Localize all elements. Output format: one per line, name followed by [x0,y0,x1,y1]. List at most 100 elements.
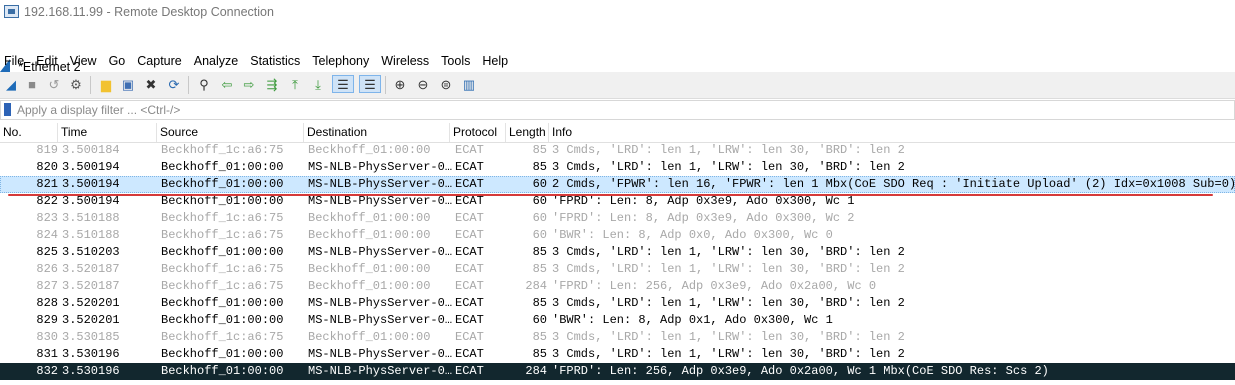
packet-source: Beckhoff_01:00:00 [161,296,284,310]
packet-protocol: ECAT [455,313,484,327]
column-header-source[interactable]: Source [157,123,304,142]
packet-protocol: ECAT [455,160,484,174]
packet-protocol: ECAT [455,143,484,157]
resize-columns-icon[interactable]: ▥ [460,75,478,93]
packet-number: 829 [36,313,58,327]
packet-number: 827 [36,279,58,293]
capture-options-icon[interactable]: ⚙ [67,75,85,93]
close-file-icon[interactable]: ✖ [142,75,160,93]
menu-telephony[interactable]: Telephony [306,52,375,70]
packet-length: 85 [532,245,547,259]
packet-length: 60 [532,177,547,191]
packet-source: Beckhoff_1c:a6:75 [161,279,284,293]
stop-capture-icon[interactable]: ■ [23,75,41,93]
packet-row[interactable]: 831 3.530196 Beckhoff_01:00:00 MS-NLB-Ph… [0,346,1235,363]
packet-source: Beckhoff_1c:a6:75 [161,330,284,344]
reload-file-icon[interactable]: ⟳ [165,75,183,93]
menu-analyze[interactable]: Analyze [188,52,244,70]
packet-source: Beckhoff_1c:a6:75 [161,143,284,157]
column-header-time[interactable]: Time [58,123,157,142]
restart-capture-icon[interactable]: ↺ [45,75,63,93]
go-to-packet-icon[interactable]: ⇶ [263,75,281,93]
zoom-in-icon[interactable]: ⊕ [391,75,409,93]
filter-bookmark-icon[interactable] [4,103,11,116]
first-packet-icon[interactable]: ⤒ [286,75,304,93]
packet-protocol: ECAT [455,177,484,191]
packet-time: 3.500194 [62,177,120,191]
packet-row[interactable]: 823 3.510188 Beckhoff_1c:a6:75 Beckhoff_… [0,210,1235,227]
packet-source: Beckhoff_1c:a6:75 [161,228,284,242]
packet-destination: MS-NLB-PhysServer-0… [308,160,452,174]
packet-time: 3.520201 [62,313,120,327]
packet-row[interactable]: 827 3.520187 Beckhoff_1c:a6:75 Beckhoff_… [0,278,1235,295]
packet-length: 60 [532,313,547,327]
packet-protocol: ECAT [455,211,484,225]
normal-size-icon[interactable]: ⊜ [437,75,455,93]
packet-info: 3 Cmds, 'LRD': len 1, 'LRW': len 30, 'BR… [552,245,905,259]
column-header-no[interactable]: No. [0,123,58,142]
go-forward-icon[interactable]: ⇨ [240,75,258,93]
packet-destination: Beckhoff_01:00:00 [308,330,431,344]
open-file-icon[interactable]: ▆ [97,75,115,93]
packet-row[interactable]: 819 3.500184 Beckhoff_1c:a6:75 Beckhoff_… [0,142,1235,159]
menu-statistics[interactable]: Statistics [244,52,306,70]
packet-source: Beckhoff_01:00:00 [161,177,284,191]
packet-destination: MS-NLB-PhysServer-0… [308,296,452,310]
column-header-destination[interactable]: Destination [304,123,450,142]
packet-row[interactable]: 820 3.500194 Beckhoff_01:00:00 MS-NLB-Ph… [0,159,1235,176]
packet-info: 'FPRD': Len: 8, Adp 0x3e9, Ado 0x300, Wc… [552,211,855,225]
menu-help[interactable]: Help [476,52,514,70]
packet-time: 3.520201 [62,296,120,310]
packet-row[interactable]: 829 3.520201 Beckhoff_01:00:00 MS-NLB-Ph… [0,312,1235,329]
packet-protocol: ECAT [455,347,484,361]
toolbar-separator [385,76,386,94]
packet-row[interactable]: 826 3.520187 Beckhoff_1c:a6:75 Beckhoff_… [0,261,1235,278]
save-file-icon[interactable]: ▣ [119,75,137,93]
packet-info: 'BWR': Len: 8, Adp 0x0, Ado 0x300, Wc 0 [552,228,833,242]
colorize-icon[interactable]: ☰ [359,75,381,93]
app-title-bar: *Ethernet 2 [0,28,1235,74]
packet-row[interactable]: 828 3.520201 Beckhoff_01:00:00 MS-NLB-Ph… [0,295,1235,312]
packet-time: 3.510203 [62,245,120,259]
packet-row[interactable]: 821 3.500194 Beckhoff_01:00:00 MS-NLB-Ph… [0,176,1235,193]
last-packet-icon[interactable]: ⤓ [309,75,327,93]
packet-row[interactable]: 824 3.510188 Beckhoff_1c:a6:75 Beckhoff_… [0,227,1235,244]
menu-wireless[interactable]: Wireless [375,52,435,70]
display-filter-input[interactable] [17,102,1217,118]
go-back-icon[interactable]: ⇦ [218,75,236,93]
packet-length: 85 [532,160,547,174]
packet-time: 3.510188 [62,211,120,225]
packet-length: 284 [525,279,547,293]
autoscroll-icon[interactable]: ☰ [332,75,354,93]
packet-number: 825 [36,245,58,259]
display-filter-bar [0,100,1235,120]
packet-info: 'FPRD': Len: 256, Adp 0x3e9, Ado 0x2a00,… [552,279,877,293]
column-header-info[interactable]: Info [549,123,1235,142]
packet-time: 3.530185 [62,330,120,344]
packet-protocol: ECAT [455,262,484,276]
menu-view[interactable]: View [64,52,103,70]
packet-protocol: ECAT [455,296,484,310]
main-toolbar: ◢ ■ ↺ ⚙ ▆ ▣ ✖ ⟳ ⚲ ⇦ ⇨ ⇶ ⤒ ⤓ ☰ ☰ ⊕ ⊖ ⊜ ▥ [0,72,1235,99]
start-capture-icon[interactable]: ◢ [2,75,20,93]
packet-length: 60 [532,211,547,225]
packet-info: 3 Cmds, 'LRD': len 1, 'LRW': len 30, 'BR… [552,347,905,361]
menu-edit[interactable]: Edit [30,52,64,70]
rdp-window-title: 192.168.11.99 - Remote Desktop Connectio… [24,5,274,19]
packet-row[interactable]: 830 3.530185 Beckhoff_1c:a6:75 Beckhoff_… [0,329,1235,346]
packet-number: 830 [36,330,58,344]
packet-row[interactable]: 825 3.510203 Beckhoff_01:00:00 MS-NLB-Ph… [0,244,1235,261]
packet-source: Beckhoff_01:00:00 [161,160,284,174]
zoom-out-icon[interactable]: ⊖ [414,75,432,93]
remote-desktop-icon [4,5,19,18]
column-header-protocol[interactable]: Protocol [450,123,506,142]
menu-capture[interactable]: Capture [131,52,187,70]
find-packet-icon[interactable]: ⚲ [195,75,213,93]
menu-file[interactable]: File [0,52,30,70]
packet-row[interactable]: 832 3.530196 Beckhoff_01:00:00 MS-NLB-Ph… [0,363,1235,380]
packet-time: 3.500184 [62,143,120,157]
packet-protocol: ECAT [455,330,484,344]
menu-go[interactable]: Go [103,52,132,70]
column-header-length[interactable]: Length [506,123,549,142]
menu-tools[interactable]: Tools [435,52,476,70]
